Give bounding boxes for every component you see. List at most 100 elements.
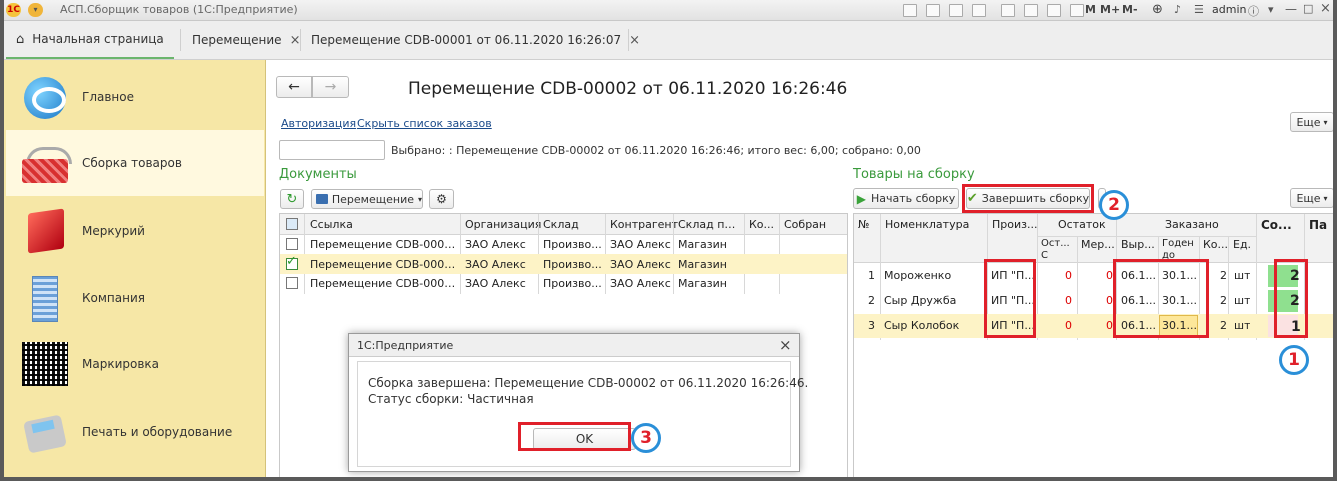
item-name: Сыр Колобок (884, 319, 960, 332)
col-header[interactable]: Выр... (1121, 238, 1155, 251)
search-input[interactable] (279, 140, 385, 160)
doc-ref: Перемещение CDB-00003 ... (310, 277, 458, 290)
tab-transfer-cdb-00001[interactable]: Перемещение CDB-00001 от 06.11.2020 16:2… (311, 21, 640, 59)
col-header[interactable]: Организация (465, 218, 541, 231)
close-window-icon[interactable]: × (1320, 1, 1331, 16)
close-tab-icon[interactable]: × (629, 33, 640, 48)
tab-label: Перемещение CDB-00001 от 06.11.2020 16:2… (311, 33, 622, 47)
nav-item-print-equipment[interactable]: Печать и оборудование (6, 399, 264, 465)
col-header[interactable]: Па (1309, 218, 1327, 232)
col-header[interactable]: Ко... (749, 218, 777, 231)
goods-title: Товары на сборку (853, 167, 975, 182)
step-marker-3: 3 (631, 423, 661, 453)
close-tab-icon[interactable]: × (290, 33, 301, 48)
item-unit: шт (1234, 269, 1251, 282)
nav-item-assembly[interactable]: Сборка товаров (6, 130, 264, 196)
zoom-icon[interactable]: ⊕ (1152, 2, 1163, 17)
doc-ref: Перемещение CDB-00002 ... (310, 258, 458, 271)
preview-icon[interactable] (949, 4, 963, 17)
refresh-button[interactable]: ↻ (280, 189, 304, 209)
col-header[interactable]: Контрагент (610, 218, 678, 231)
dialog-title: 1С:Предприятие (357, 339, 454, 352)
item-rest: 0 (1065, 294, 1072, 307)
settings-button[interactable]: ⚙ (429, 189, 454, 209)
item-mer: 0 (1106, 269, 1113, 282)
more-button-goods[interactable]: Еще ▾ (1290, 188, 1334, 208)
nav-item-company[interactable]: Компания (6, 265, 264, 331)
col-header[interactable]: Произ... (992, 218, 1037, 231)
main-menu-icon[interactable]: ▾ (28, 3, 43, 17)
calculator-icon[interactable] (1070, 4, 1084, 17)
close-icon[interactable]: × (779, 336, 792, 354)
save-icon[interactable] (903, 4, 917, 17)
table-row[interactable]: 2 Сыр Дружба ИП "П... 0 0 06.1... 30.1..… (854, 289, 1337, 313)
hide-orders-link[interactable]: Скрыть список заказов (357, 117, 492, 130)
goods-table: № Номенклатура Произ... Остаток Заказано… (853, 213, 1337, 478)
arrow-left-icon: ← (288, 79, 300, 95)
doc-partner: ЗАО Алекс (610, 258, 671, 271)
highlight-box (962, 184, 1094, 213)
col-header[interactable]: Ко... (1203, 238, 1228, 251)
highlight-box (1113, 259, 1209, 338)
refresh-icon: ↻ (286, 191, 298, 207)
maximize-icon[interactable]: □ (1303, 2, 1313, 15)
select-all-checkbox[interactable] (286, 218, 298, 230)
row-checkbox[interactable] (286, 238, 298, 250)
forward-button[interactable]: → (312, 76, 349, 98)
doc-warehouse: Произво... (543, 258, 602, 271)
user-name[interactable]: admin (1212, 3, 1246, 16)
col-header[interactable]: Собран (784, 218, 826, 231)
col-header[interactable]: Ссылка (310, 218, 353, 231)
table-row[interactable]: Перемещение CDB-00001 ... ЗАО Алекс Прои… (280, 235, 847, 254)
page-title: Перемещение CDB-00002 от 06.11.2020 16:2… (408, 79, 848, 99)
col-header[interactable]: Со... (1261, 218, 1292, 232)
col-header[interactable]: Склад пол... (678, 218, 742, 231)
col-header[interactable]: Мер... (1081, 238, 1115, 251)
compare-icon[interactable] (1024, 4, 1038, 17)
window-border (0, 0, 4, 481)
auth-link[interactable]: Авторизация (281, 117, 356, 130)
document-type-select[interactable]: Перемещение ▾ (311, 189, 423, 209)
bell-icon[interactable]: ♪ (1174, 3, 1181, 16)
table-row[interactable]: Перемещение CDB-00003 ... ЗАО Алекс Прои… (280, 274, 847, 293)
table-row[interactable]: 1 Мороженко ИП "П... 0 0 06.1... 30.1...… (854, 264, 1337, 288)
nav-item-mercury[interactable]: Меркурий (6, 198, 264, 264)
nav-item-main[interactable]: Главное (6, 64, 264, 130)
settings-icon[interactable]: ▾ (1268, 3, 1274, 16)
doc-partner: ЗАО Алекс (610, 277, 671, 290)
tab-home[interactable]: ⌂ Начальная страница (6, 21, 174, 59)
minimize-icon[interactable]: — (1285, 2, 1297, 16)
1c-logo-icon[interactable]: 1С (6, 3, 21, 17)
row-checkbox[interactable] (286, 277, 298, 289)
info-icon[interactable]: ⓘ (1248, 3, 1259, 19)
col-header[interactable]: Номенклатура (885, 218, 969, 231)
memory-minus-button[interactable]: M- (1122, 3, 1138, 16)
tab-transfer-list[interactable]: Перемещение × (192, 21, 300, 59)
col-header[interactable]: Ед. (1233, 238, 1251, 251)
find-icon[interactable] (972, 4, 986, 17)
doc-warehouse: Произво... (543, 238, 602, 251)
col-header[interactable]: Заказано (1165, 218, 1219, 231)
item-rest: 0 (1065, 269, 1072, 282)
open-tabs-bar: ⌂ Начальная страница Перемещение × Перем… (0, 21, 1337, 60)
item-name: Сыр Дружба (884, 294, 957, 307)
nav-item-marking[interactable]: Маркировка (6, 331, 264, 397)
col-header[interactable]: Склад (543, 218, 579, 231)
nav-label: Маркировка (82, 357, 160, 371)
col-header[interactable]: № (858, 218, 869, 231)
link-icon[interactable] (1001, 4, 1015, 17)
back-button[interactable]: ← (276, 76, 312, 98)
col-header[interactable]: Остаток (1058, 218, 1106, 231)
checkmark-icon: ✓ (286, 254, 297, 269)
calendar-icon[interactable] (1047, 4, 1061, 17)
print-icon[interactable] (926, 4, 940, 17)
table-row-selected[interactable]: ✓ Перемещение CDB-00002 ... ЗАО Алекс Пр… (280, 254, 847, 274)
doc-ref: Перемещение CDB-00001 ... (310, 238, 458, 251)
chevron-down-icon: ▾ (417, 194, 422, 204)
start-assembly-button[interactable]: ▶ Начать сборку (853, 188, 959, 209)
table-row-selected[interactable]: 3 Сыр Колобок ИП "П... 0 0 06.1... 30.1.… (854, 314, 1337, 338)
memory-plus-button[interactable]: M+ (1100, 3, 1120, 16)
memory-m-button[interactable]: M (1085, 3, 1096, 16)
more-button-top[interactable]: Еще ▾ (1290, 112, 1334, 132)
col-header[interactable]: Ост... С (1041, 238, 1075, 262)
